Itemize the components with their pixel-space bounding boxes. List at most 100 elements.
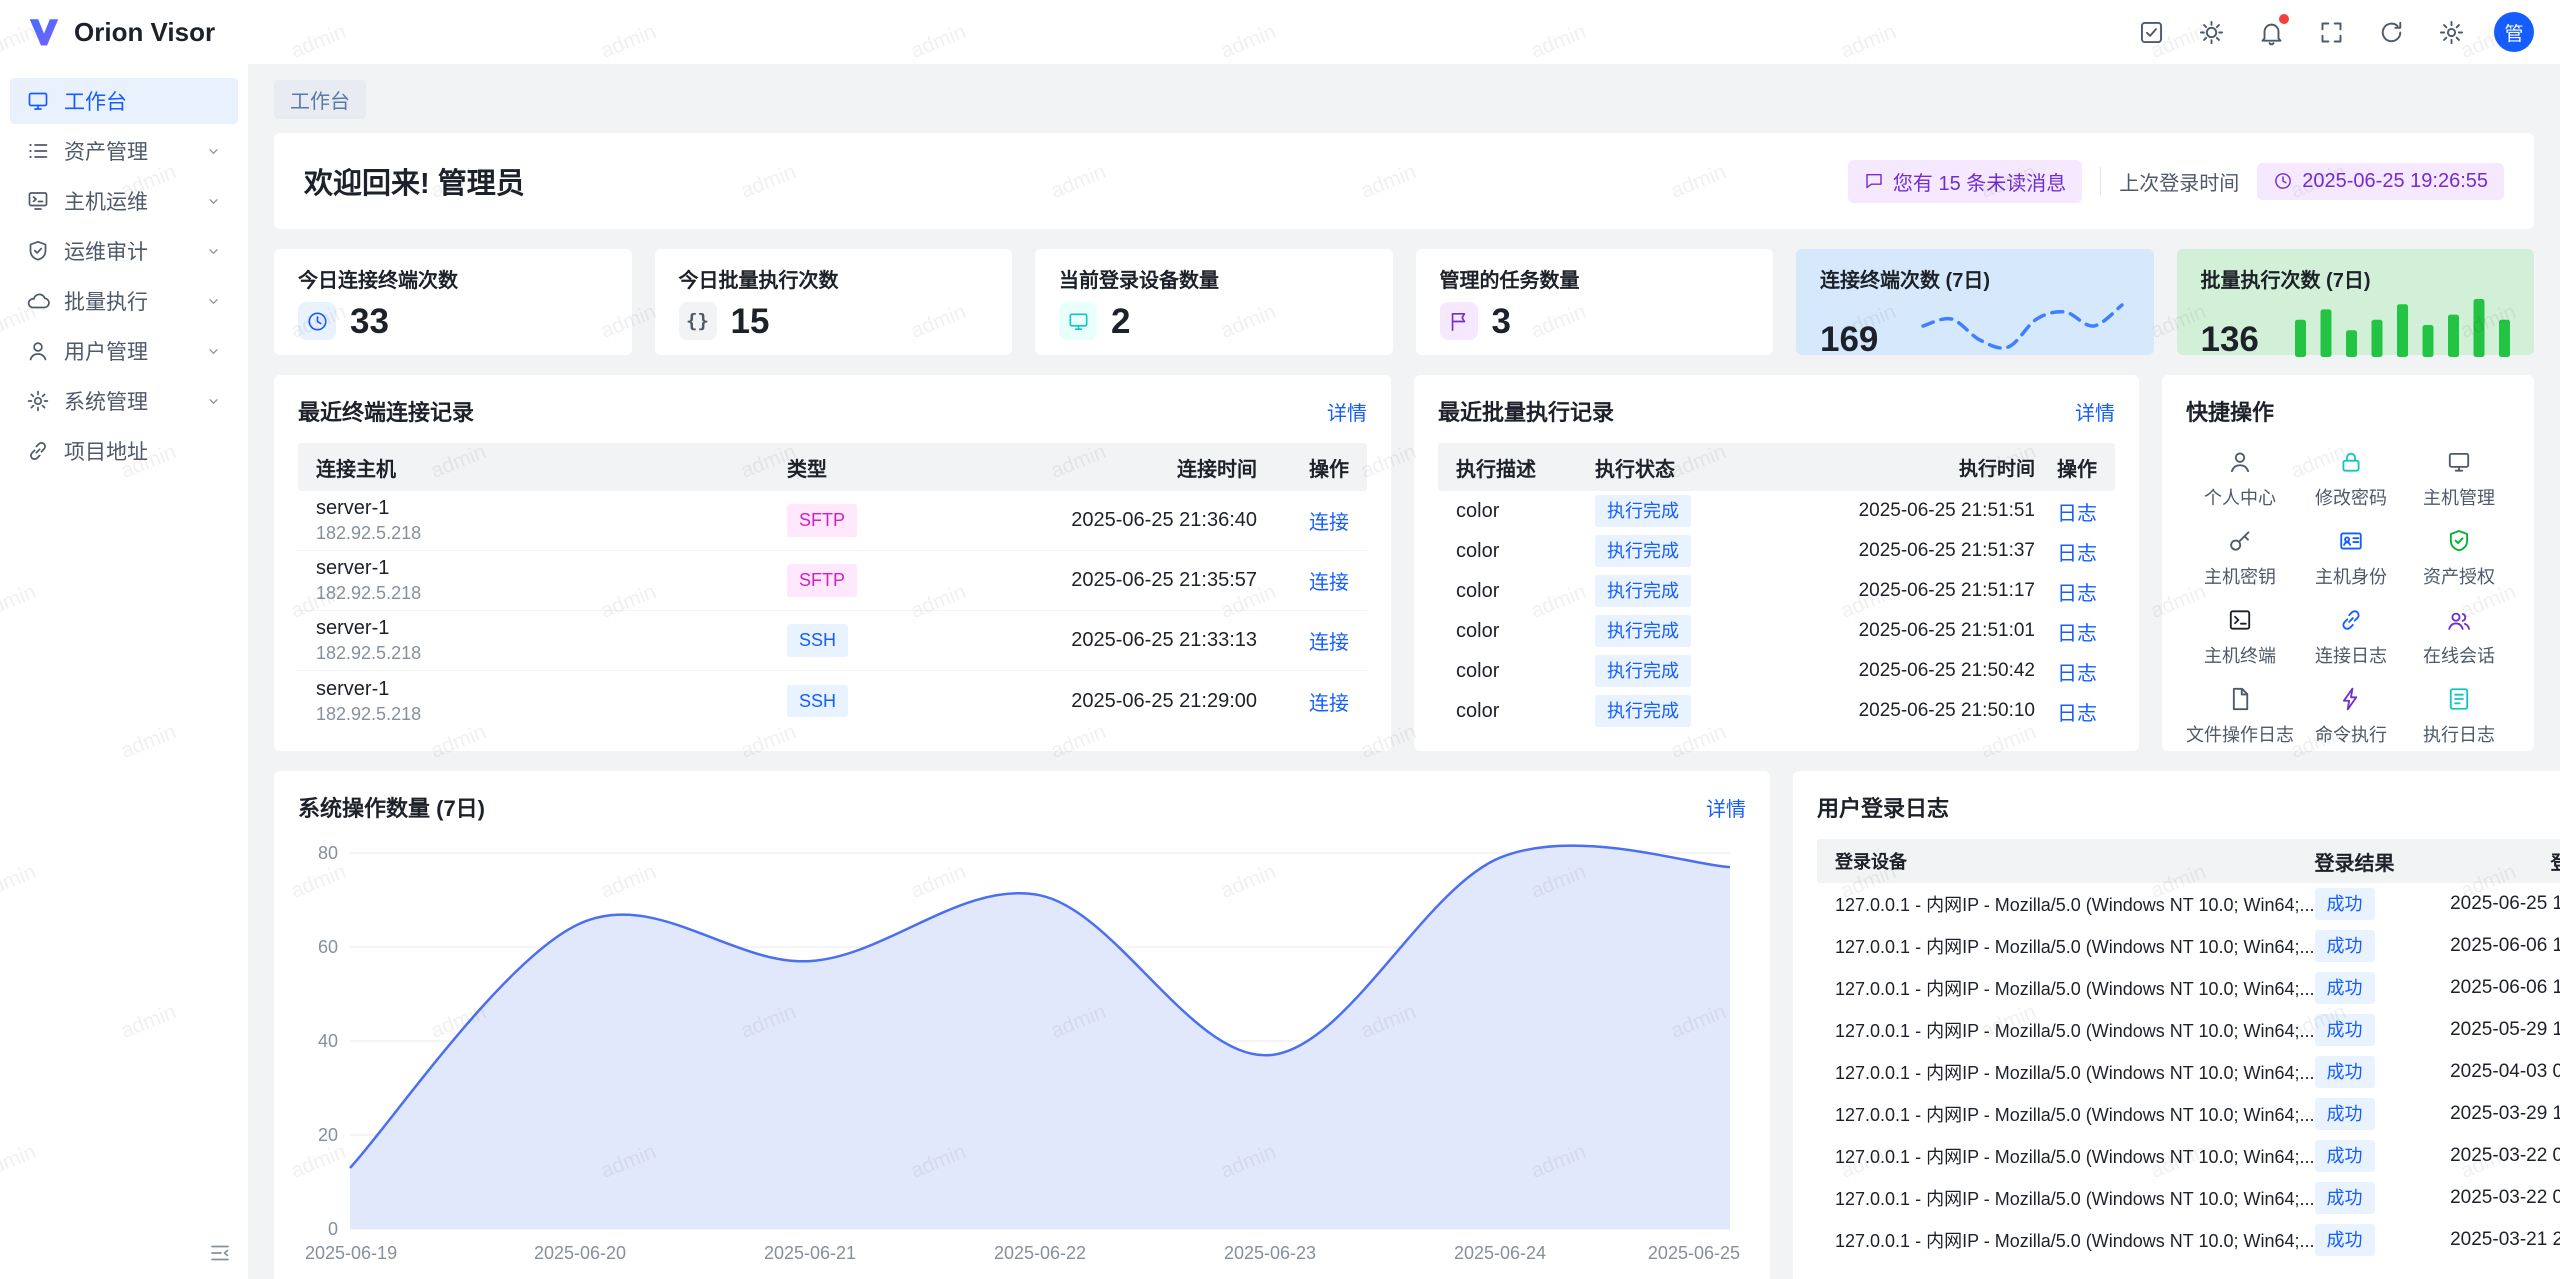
- notification-bell-button[interactable]: [2254, 15, 2288, 49]
- welcome-meta: 您有 15 条未读消息 上次登录时间 2025-06-25 19:26:55: [1848, 160, 2504, 203]
- settings-gear-button[interactable]: [2434, 15, 2468, 49]
- log-link[interactable]: 日志: [2057, 623, 2097, 645]
- quick-action-label: 主机终端: [2204, 642, 2276, 668]
- quick-action-online-session[interactable]: 在线会话: [2408, 607, 2510, 668]
- svg-text:2025-06-24: 2025-06-24: [1454, 1243, 1546, 1263]
- check-square-button[interactable]: [2134, 15, 2168, 49]
- exec-log-icon: [2446, 686, 2472, 712]
- connect-link[interactable]: 连接: [1309, 512, 1349, 534]
- sidebar-item-label: 系统管理: [64, 386, 191, 416]
- quick-action-icon-wrap: [2227, 528, 2253, 554]
- log-link[interactable]: 日志: [2057, 703, 2097, 725]
- sidebar-item-workbench[interactable]: 工作台: [10, 78, 238, 124]
- log-link[interactable]: 日志: [2057, 663, 2097, 685]
- refresh-button[interactable]: [2374, 15, 2408, 49]
- sidebar-item-ops-audit[interactable]: 运维审计: [10, 228, 238, 274]
- log-link[interactable]: 日志: [2057, 543, 2097, 565]
- login-device: 127.0.0.1 - 内网IP - Mozilla/5.0 (Windows …: [1817, 1101, 2315, 1127]
- column-header: 连接时间: [937, 453, 1257, 482]
- connect-time: 2025-06-25 21:36:40: [937, 509, 1257, 532]
- login-time: 2025-03-22 00:42:34: [2435, 1187, 2560, 1209]
- login-device: 127.0.0.1 - 内网IP - Mozilla/5.0 (Windows …: [1817, 1017, 2315, 1043]
- svg-text:2025-06-25: 2025-06-25: [1648, 1243, 1740, 1263]
- theme-sun-button[interactable]: [2194, 15, 2228, 49]
- quick-action-icon-wrap: [2338, 607, 2364, 633]
- svg-text:20: 20: [318, 1125, 338, 1145]
- lock-icon: [2338, 449, 2364, 475]
- login-result-badge: 成功: [2315, 930, 2375, 962]
- quick-action-personal-center[interactable]: 个人中心: [2186, 449, 2294, 510]
- host-name: server-1: [316, 557, 787, 580]
- terminal-detail-link[interactable]: 详情: [1327, 397, 1367, 426]
- fullscreen-button[interactable]: [2314, 15, 2348, 49]
- stat-value: 136: [2201, 322, 2259, 357]
- breadcrumb-item-workbench[interactable]: 工作台: [274, 80, 366, 119]
- quick-action-host-keys[interactable]: 主机密钥: [2186, 528, 2294, 589]
- terminal-connection-row: server-1182.92.5.218SFTP2025-06-25 21:35…: [298, 551, 1367, 611]
- chevron-down-icon: [205, 343, 222, 360]
- chart-title: 系统操作数量 (7日): [298, 791, 485, 823]
- check-square-icon: [2138, 19, 2165, 46]
- sidebar-item-user-management[interactable]: 用户管理: [10, 328, 238, 374]
- column-header: 执行描述: [1438, 453, 1595, 482]
- connect-link[interactable]: 连接: [1309, 572, 1349, 594]
- last-login-label: 上次登录时间: [2119, 167, 2239, 196]
- quick-action-icon-wrap: [2446, 449, 2472, 475]
- chart-detail-link[interactable]: 详情: [1706, 793, 1746, 822]
- execution-time: 2025-06-25 21:50:10: [1775, 700, 2035, 722]
- quick-action-label: 主机身份: [2315, 563, 2387, 589]
- sidebar-item-label: 运维审计: [64, 236, 191, 266]
- quick-action-change-password[interactable]: 修改密码: [2300, 449, 2402, 510]
- quick-action-command-exec[interactable]: 命令执行: [2300, 686, 2402, 747]
- bottom-row: 系统操作数量 (7日) 详情 0204060802025-06-192025-0…: [274, 771, 2534, 1279]
- batch-execution-row: color执行完成2025-06-25 21:51:51日志: [1438, 491, 2115, 531]
- quick-action-host-terminal[interactable]: 主机终端: [2186, 607, 2294, 668]
- quick-action-icon-wrap: [2338, 449, 2364, 475]
- menu-fold-icon[interactable]: [208, 1241, 232, 1265]
- stat-icon-box: [1059, 302, 1097, 340]
- stat-card-batch-executions-7d: 批量执行次数 (7日) 136: [2177, 249, 2535, 355]
- quick-action-file-operation-log[interactable]: 文件操作日志: [2186, 686, 2294, 747]
- batch-exec-icon: [26, 289, 50, 313]
- log-link[interactable]: 日志: [2057, 503, 2097, 525]
- log-link[interactable]: 日志: [2057, 583, 2097, 605]
- last-login-time-badge: 2025-06-25 19:26:55: [2257, 163, 2504, 200]
- quick-action-icon-wrap: [2227, 449, 2253, 475]
- quick-action-icon-wrap: [2446, 686, 2472, 712]
- assets-icon: [26, 139, 50, 163]
- app-logo[interactable]: Orion Visor: [26, 14, 215, 50]
- host-name: server-1: [316, 617, 787, 640]
- card-title: 最近终端连接记录: [298, 395, 474, 427]
- avatar[interactable]: 管: [2494, 12, 2534, 52]
- stat-value: 3: [1492, 304, 1511, 339]
- sidebar-item-system-management[interactable]: 系统管理: [10, 378, 238, 424]
- terminal-connection-row: server-1182.92.5.218SSH2025-06-25 21:29:…: [298, 671, 1367, 731]
- sidebar-item-asset-management[interactable]: 资产管理: [10, 128, 238, 174]
- sidebar-item-batch-exec[interactable]: 批量执行: [10, 278, 238, 324]
- quick-action-connect-log[interactable]: 连接日志: [2300, 607, 2402, 668]
- terminal-connection-row: server-1182.92.5.218SFTP2025-06-25 21:36…: [298, 491, 1367, 551]
- main-content: 工作台 欢迎回来! 管理员 您有 15 条未读消息 上次登录时间 2025-06…: [248, 64, 2560, 1279]
- login-time: 2025-03-21 23:53:43: [2435, 1229, 2560, 1251]
- quick-action-asset-authorization[interactable]: 资产授权: [2408, 528, 2510, 589]
- stat-title: 当前登录设备数量: [1059, 264, 1369, 293]
- quick-action-host-management[interactable]: 主机管理: [2408, 449, 2510, 510]
- connect-link[interactable]: 连接: [1309, 632, 1349, 654]
- stat-title: 批量执行次数 (7日): [2201, 264, 2511, 293]
- logo-icon: [26, 14, 62, 50]
- quick-action-label: 命令执行: [2315, 721, 2387, 747]
- audit-icon: [2446, 528, 2472, 554]
- unread-messages-badge[interactable]: 您有 15 条未读消息: [1848, 160, 2082, 203]
- sidebar-item-project-url[interactable]: 项目地址: [10, 428, 238, 474]
- batch-execution-row: color执行完成2025-06-25 21:50:10日志: [1438, 691, 2115, 731]
- quick-action-exec-log[interactable]: 执行日志: [2408, 686, 2510, 747]
- login-log-row: 127.0.0.1 - 内网IP - Mozilla/5.0 (Windows …: [1817, 967, 2560, 1009]
- svg-text:2025-06-22: 2025-06-22: [994, 1243, 1086, 1263]
- topbar-icons: [2134, 15, 2468, 49]
- sidebar-item-host-ops[interactable]: 主机运维: [10, 178, 238, 224]
- connect-link[interactable]: 连接: [1309, 693, 1349, 715]
- batch-detail-link[interactable]: 详情: [2075, 397, 2115, 426]
- project-url-icon: [26, 439, 50, 463]
- clock-icon: [306, 310, 329, 333]
- quick-action-host-identity[interactable]: 主机身份: [2300, 528, 2402, 589]
